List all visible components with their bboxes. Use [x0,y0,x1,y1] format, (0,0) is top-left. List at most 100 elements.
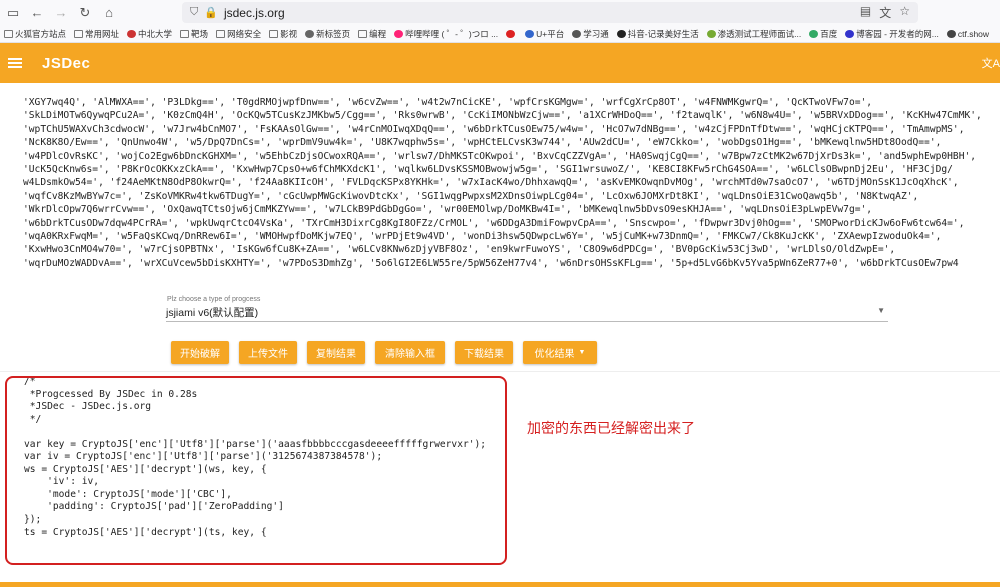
bookmark-favicon-icon [809,29,819,38]
bookmark-label: 常用网址 [85,28,120,39]
bookmark-favicon-icon [572,29,582,38]
optimize-result-button[interactable]: 优化结果 ▼ [523,341,597,364]
bookmark-favicon-icon [127,29,137,38]
bookmark-favicon-icon [616,29,626,38]
bookmark-item[interactable]: U+平台 [525,28,564,40]
input-line: 'XGY7wq4Q', 'AlMWXA==', 'P3LDkg==', 'T0g… [23,97,873,108]
address-bar[interactable]: ⛉ 🔒 jsdec.js.org [182,2,918,23]
bookmark-label: 中北大学 [138,28,173,39]
copy-result-button[interactable]: 复制结果 [307,341,365,364]
start-crack-button[interactable]: 开始破解 [171,341,229,364]
input-line: 'SkLDiMOTw6QywqPCu2A=', 'K0zCmQ4H', 'OcK… [23,110,982,122]
chevron-down-icon: ▼ [877,306,885,315]
bookmark-item[interactable]: 火狐官方站点 [4,28,66,40]
bookmark-label: U+平台 [536,28,565,39]
action-buttons: 开始破解 上传文件 复制结果 清除输入框 下载结果 优化结果 ▼ [171,341,597,364]
url-text: jsdec.js.org [223,5,285,20]
clear-input-button[interactable]: 清除输入框 [375,341,445,364]
bookmark-label: 抖音-记录美好生活 [627,28,699,39]
bookmark-favicon-icon [525,29,535,38]
forward-icon[interactable]: → [50,2,72,24]
bookmark-favicon-icon [305,29,315,38]
translate-icon[interactable]: 文 [879,4,891,21]
optimize-result-label: 优化结果 [534,349,575,360]
bookmark-favicon-icon [180,29,190,38]
bookmark-item[interactable]: 百度 [809,28,837,40]
bookmark-label: 火狐官方站点 [15,28,67,39]
app-header: JSDec 文A [0,43,1000,83]
caret-down-icon: ▼ [578,349,586,356]
annotation-highlight-box [5,376,507,565]
bookmark-item[interactable]: 影视 [269,28,297,40]
bookmark-label: 百度 [820,28,838,39]
bookmark-label: 影视 [280,28,298,39]
browser-toolbar: ▭ ← → ↻ ⌂ ⛉ 🔒 jsdec.js.org ▤ 文 ☆ [0,0,1000,25]
input-line: 'WkrDlcOpw7Q6wrrCvw==', 'OxQawqTCtsOjw6j… [23,204,873,216]
bookmark-item[interactable]: ctf.show [946,28,990,39]
bookmark-label: 靶场 [191,28,209,39]
bookmark-label: 新标签页 [316,28,351,39]
bookmark-item[interactable]: 哔哩哔哩 ( ゜- ゜)つロ ... [394,28,498,40]
bookmark-item[interactable]: 靶场 [180,28,208,40]
bookmark-item[interactable]: 常用网址 [74,28,119,40]
upload-file-button[interactable]: 上传文件 [239,341,297,364]
bookmark-item[interactable]: 博客园 - 开发者的网... [845,28,939,40]
bookmark-label: 编程 [369,28,387,39]
input-line: 'wqrDuMOzWADDvA==', 'wrXCuVcew5bDisKXHTY… [23,257,959,269]
bookmark-item[interactable]: 网络安全 [216,28,261,40]
reader-view-icon[interactable]: ▤ [860,4,871,21]
language-icon[interactable]: 文A [982,55,1000,71]
reload-icon[interactable]: ↻ [74,2,96,24]
bookmark-label: 博客园 - 开发者的网... [856,28,939,39]
bookmark-favicon-icon [506,29,516,38]
address-bar-actions: ▤ 文 ☆ [860,4,910,21]
selector-label: Plz choose a type of progcess [167,296,261,303]
input-line: w4LDsmkOw54=', 'f24AeMKtN8OdP8OkwrQ=', '… [23,177,959,189]
select-value: jsjiami v6(默认配置) [166,306,259,319]
bookmark-item[interactable]: 新标签页 [305,28,350,40]
input-textarea[interactable]: 'XGY7wq4Q', 'AlMWXA==', 'P3LDkg==', 'T0g… [18,96,1000,288]
input-line: 'wqA0KRxFwqM=', 'w5FaQsKCwq/DnRRew6I=', … [23,231,942,243]
bookmark-label: 学习通 [583,28,609,39]
bookmark-item[interactable]: 抖音-记录美好生活 [616,28,699,40]
home-icon[interactable]: ⌂ [98,2,120,24]
bookmark-item[interactable]: 编程 [358,28,386,40]
bookmark-item[interactable]: 中北大学 [127,28,172,40]
bookmark-label: 渗透测试工程师面试... [717,28,802,39]
input-line: 'wqfCv8KzMwBYw7c=', 'ZsKoVMKRw4tkw6TDugY… [23,190,919,202]
bookmark-favicon-icon [845,29,855,38]
bookmark-favicon-icon [706,29,716,38]
bookmark-favicon-icon [358,29,368,38]
bookmark-label: 网络安全 [227,28,262,39]
bookmark-item[interactable]: 渗透测试工程师面试... [706,28,802,40]
process-type-select[interactable]: jsjiami v6(默认配置) ▼ [166,303,888,322]
bookmark-favicon-icon [4,29,13,38]
bookmark-star-icon[interactable]: ☆ [899,4,910,21]
shield-icon: ⛉ [190,6,199,18]
divider [0,371,1000,372]
back-icon[interactable]: ← [26,2,48,24]
lock-icon: 🔒 [204,7,218,19]
menu-icon[interactable] [8,58,22,68]
tab-list-icon[interactable]: ▭ [2,2,24,24]
input-line: 'KxwHwo3CnMO4w70=', 'w7rCjsOPBTNx', 'IsK… [23,244,896,256]
bookmark-favicon-icon [269,29,279,38]
bookmark-label: ctf.show [957,28,990,39]
bookmark-favicon-icon [394,29,404,38]
bookmark-item[interactable]: 学习通 [572,28,609,40]
bookmark-label: 哔哩哔哩 ( ゜- ゜)つロ ... [405,28,499,39]
input-line: 'w6bDrkTCusODw7dqw4PCrRA=', 'wpkUwqrCtcO… [23,217,965,229]
bookmark-favicon-icon [216,29,226,38]
input-line: 'wpTChU5WAXvCh3cdwocW', 'w7Jrw4bCnMO7', … [23,123,965,135]
bookmark-favicon-icon [946,29,956,38]
footer-bar [0,582,1000,587]
annotation-text: 加密的东西已经解密出来了 [527,421,695,437]
bookmark-favicon-icon [74,29,84,38]
input-line: 'NcK8K8O/Ew==', 'QnUnwo4W', 'w5/DpQ7DnCs… [23,137,942,149]
app-title: JSDec [42,54,91,72]
download-result-button[interactable]: 下载结果 [455,341,513,364]
bookmark-item[interactable] [506,29,517,38]
bookmarks-bar: 火狐官方站点 常用网址 中北大学 靶场 网络安全 影视 新标签页 编程 哔哩哔哩 ( ゜- ゜)… [0,25,1000,43]
input-line: 'UcK5QcKnw6s=', 'P8KrOcOKKxzCkA==', 'Kxw… [23,164,953,176]
input-line: 'w4PDlcOvRsKC', 'wojCo2Egw6bDncKGHXM=', … [23,150,977,162]
